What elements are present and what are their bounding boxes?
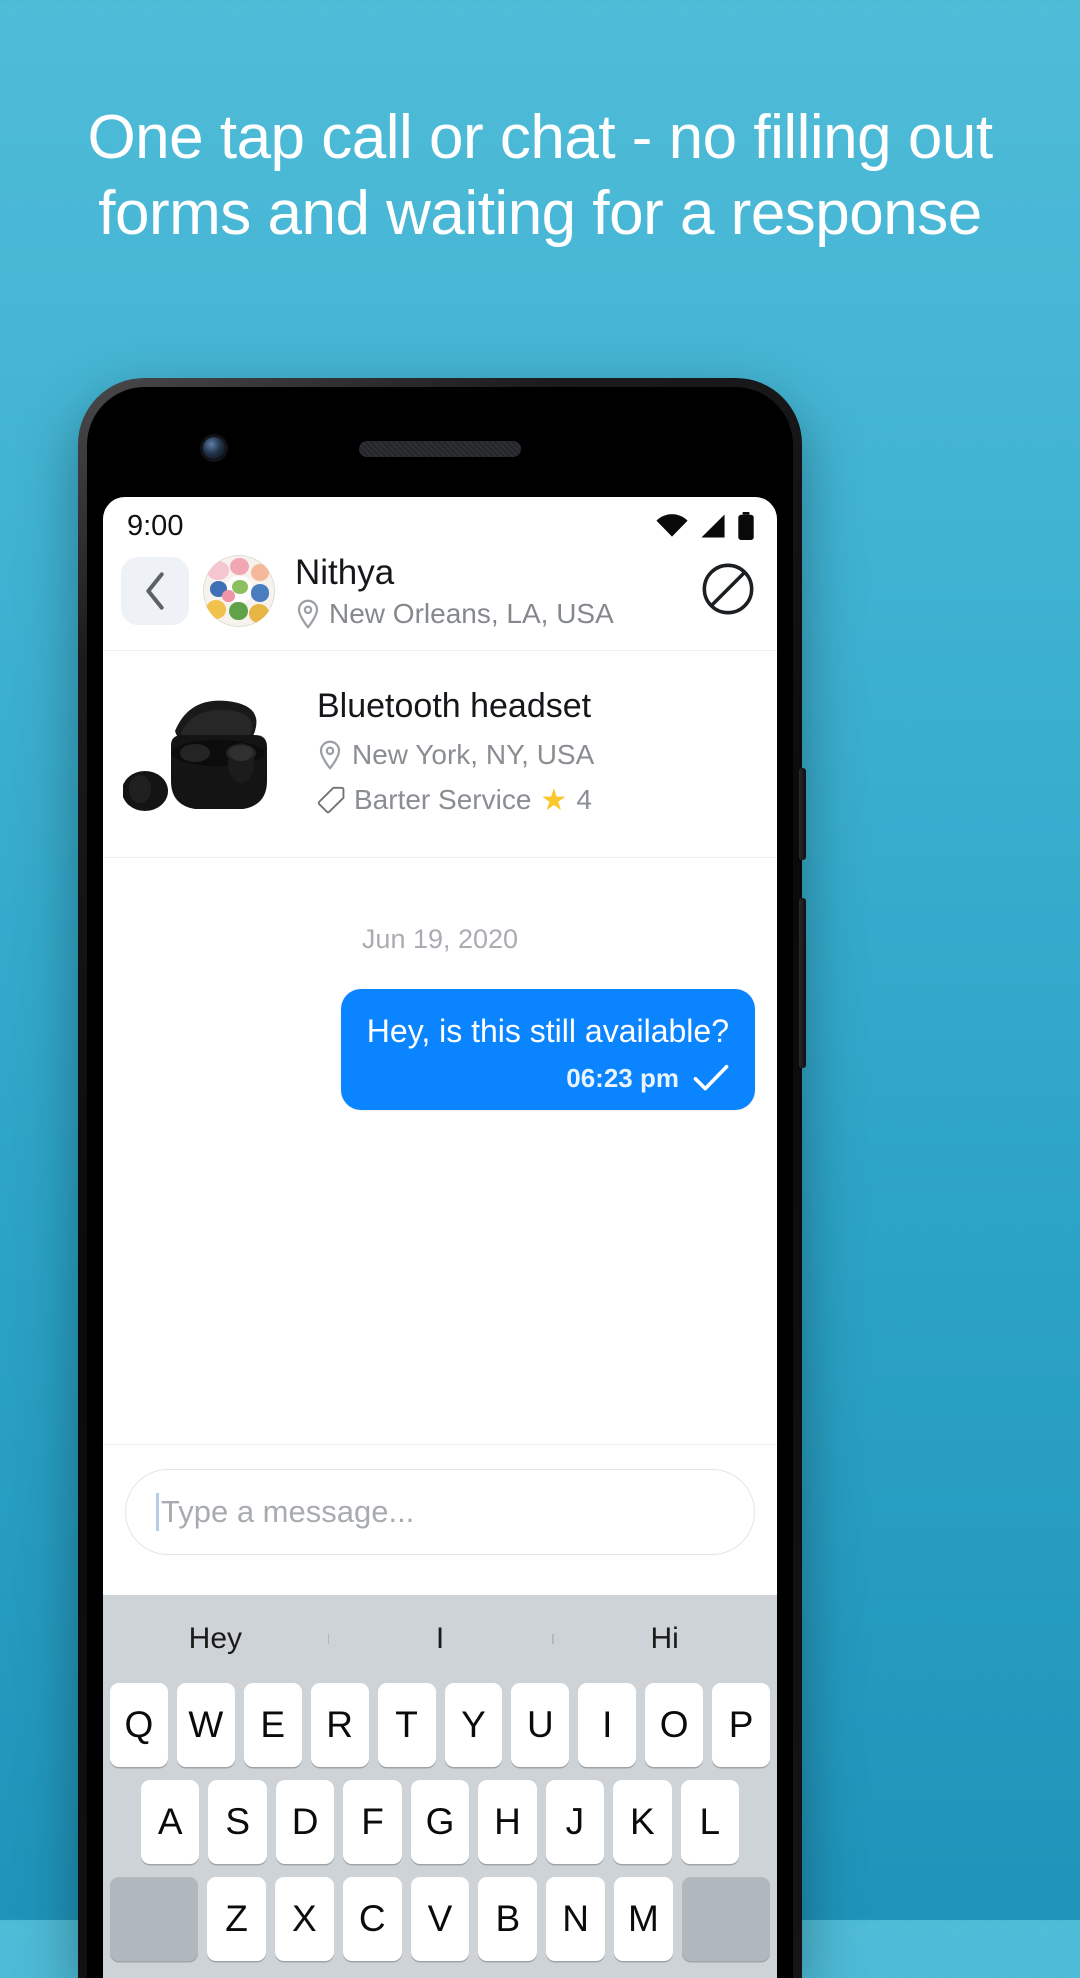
chat-header: Nithya New Orleans, LA, USA [103, 549, 777, 651]
key-w[interactable]: W [176, 1683, 235, 1767]
text-cursor [156, 1493, 159, 1531]
suggestion-0[interactable]: Hey [103, 1622, 328, 1656]
peer-location-label: New Orleans, LA, USA [329, 597, 614, 629]
message-text: Hey, is this still available? [366, 1012, 729, 1049]
chevron-left-icon [146, 572, 164, 611]
key-k[interactable]: K [613, 1780, 672, 1864]
message-composer: Type a message... [103, 1444, 777, 1595]
phone-power-button [799, 768, 806, 860]
phone-volume-button [799, 898, 806, 1068]
map-pin-icon [319, 740, 341, 770]
key-v[interactable]: V [410, 1877, 470, 1961]
listing-offer-label: Barter Service [354, 784, 532, 816]
listing-title: Bluetooth headset [317, 686, 592, 725]
key-c[interactable]: C [342, 1877, 402, 1961]
block-button[interactable] [701, 562, 755, 621]
listing-image [121, 677, 303, 827]
avatar[interactable] [203, 555, 275, 628]
status-bar: 9:00 [103, 497, 777, 549]
key-o[interactable]: O [645, 1683, 704, 1767]
listing-rating: 4 [576, 784, 592, 816]
phone-bezel-top [103, 387, 777, 497]
battery-icon [738, 512, 754, 540]
key-u[interactable]: U [511, 1683, 570, 1767]
bluetooth-earbuds-case-image [123, 700, 267, 811]
phone-mockup: 9:00 Nithya New Orleans, LA, USA Bluetoo… [78, 378, 806, 1978]
listing-location: New York, NY, USA [317, 739, 594, 771]
cellular-signal-icon [701, 514, 725, 538]
price-tag-icon [317, 787, 345, 814]
listing-card[interactable]: Bluetooth headset New York, NY, USA Bart… [103, 650, 777, 858]
keyboard-row-1: Q W E R T Y U I O P [103, 1683, 777, 1780]
key-y[interactable]: Y [444, 1683, 503, 1767]
key-i[interactable]: I [578, 1683, 637, 1767]
listing-location-label: New York, NY, USA [352, 738, 595, 770]
key-p[interactable]: P [712, 1683, 771, 1767]
suggestion-2[interactable]: Hi [552, 1622, 777, 1656]
front-camera-icon [203, 437, 225, 459]
on-screen-keyboard: Hey I Hi Q W E R T Y U I O P A S D F G H… [103, 1595, 777, 1978]
peer-location: New Orleans, LA, USA [295, 598, 691, 630]
wifi-icon [656, 514, 688, 537]
keyboard-row-3: Z X C V B N M [103, 1877, 777, 1974]
star-icon: ★ [540, 783, 568, 817]
peer-name: Nithya [295, 553, 395, 592]
back-button[interactable] [121, 557, 189, 626]
message-meta: 06:23 pm [367, 1063, 729, 1094]
keyboard-row-2: A S D F G H J K L [103, 1780, 777, 1877]
key-j[interactable]: J [545, 1780, 605, 1864]
listing-text: Bluetooth headset New York, NY, USA Bart… [317, 686, 594, 818]
check-icon [693, 1065, 729, 1091]
key-m[interactable]: M [613, 1877, 673, 1961]
key-z[interactable]: Z [207, 1877, 266, 1961]
phone-screen: 9:00 Nithya New Orleans, LA, USA Bluetoo… [103, 497, 777, 1978]
key-d[interactable]: D [275, 1780, 335, 1864]
key-t[interactable]: T [377, 1683, 436, 1767]
earpiece-speaker-icon [359, 441, 521, 457]
shift-key[interactable] [110, 1877, 199, 1961]
key-g[interactable]: G [410, 1780, 470, 1864]
phone-body: 9:00 Nithya New Orleans, LA, USA Bluetoo… [87, 387, 793, 1978]
map-pin-icon [297, 599, 319, 629]
suggestion-1[interactable]: I [327, 1622, 553, 1656]
message-input-placeholder: Type a message... [161, 1494, 415, 1529]
outgoing-message-bubble[interactable]: Hey, is this still available? 06:23 pm [340, 988, 755, 1110]
key-f[interactable]: F [343, 1780, 402, 1864]
key-a[interactable]: A [141, 1780, 200, 1864]
message-list: Jun 19, 2020 Hey, is this still availabl… [103, 857, 777, 1444]
status-bar-icons [655, 512, 755, 540]
message-row: Hey, is this still available? 06:23 pm [125, 988, 755, 1110]
key-n[interactable]: N [546, 1877, 605, 1961]
key-q[interactable]: Q [109, 1683, 168, 1767]
date-separator: Jun 19, 2020 [361, 923, 519, 954]
peer-info: Nithya New Orleans, LA, USA [295, 553, 691, 630]
status-bar-time: 9:00 [127, 509, 184, 542]
message-time: 06:23 pm [566, 1062, 679, 1093]
block-icon [702, 563, 754, 615]
backspace-key[interactable] [681, 1877, 770, 1961]
message-input[interactable]: Type a message... [125, 1469, 755, 1555]
key-h[interactable]: H [478, 1780, 537, 1864]
key-s[interactable]: S [208, 1780, 267, 1864]
key-e[interactable]: E [243, 1683, 302, 1767]
key-l[interactable]: L [680, 1780, 739, 1864]
key-r[interactable]: R [310, 1683, 369, 1767]
page-title: One tap call or chat - no filling out fo… [87, 103, 993, 248]
key-x[interactable]: X [275, 1877, 334, 1961]
key-b[interactable]: B [478, 1877, 538, 1961]
listing-offer: Barter Service ★ 4 [317, 783, 594, 818]
suggestion-strip: Hey I Hi [103, 1595, 777, 1683]
